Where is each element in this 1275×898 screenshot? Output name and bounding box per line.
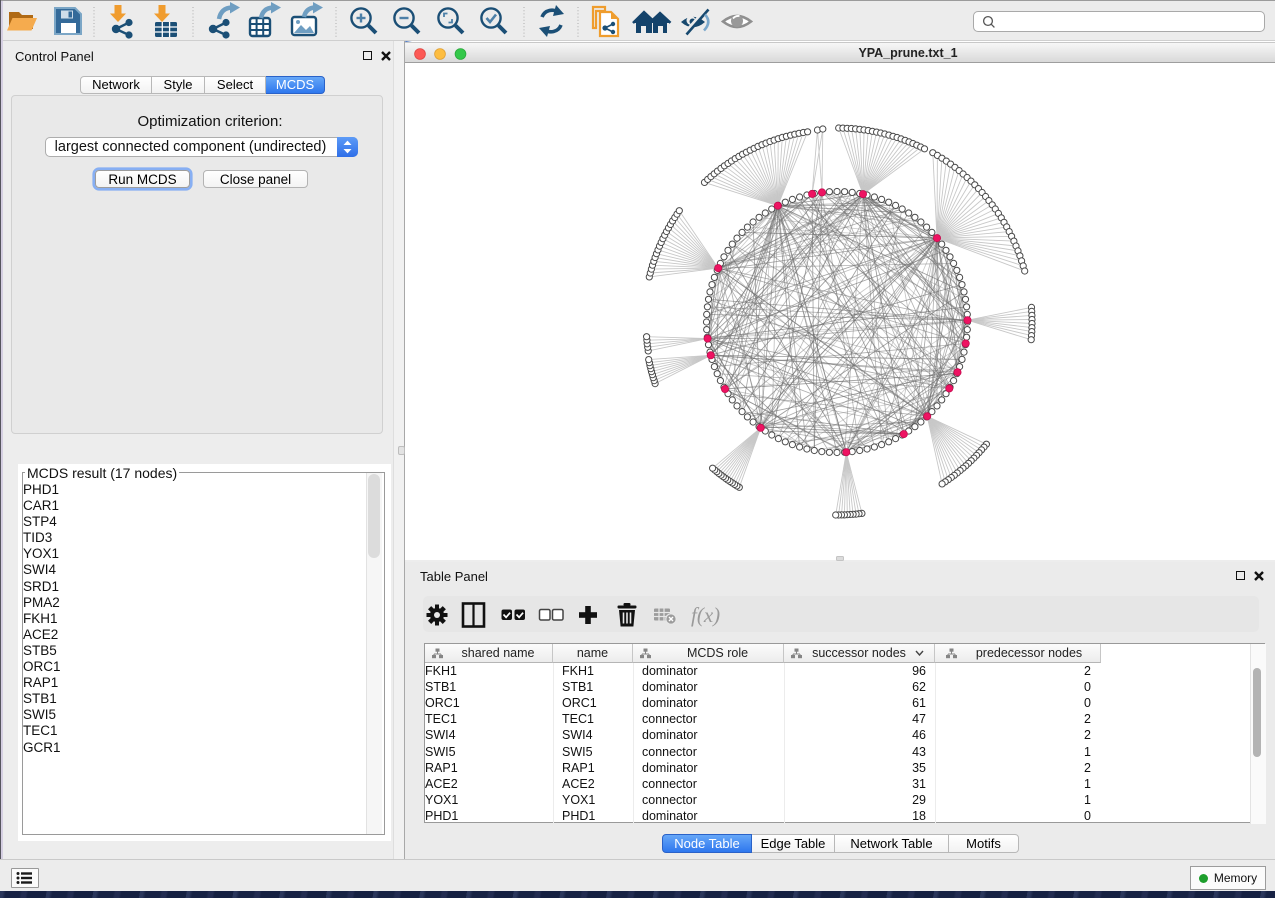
svg-text:f(x): f(x) — [691, 603, 720, 627]
